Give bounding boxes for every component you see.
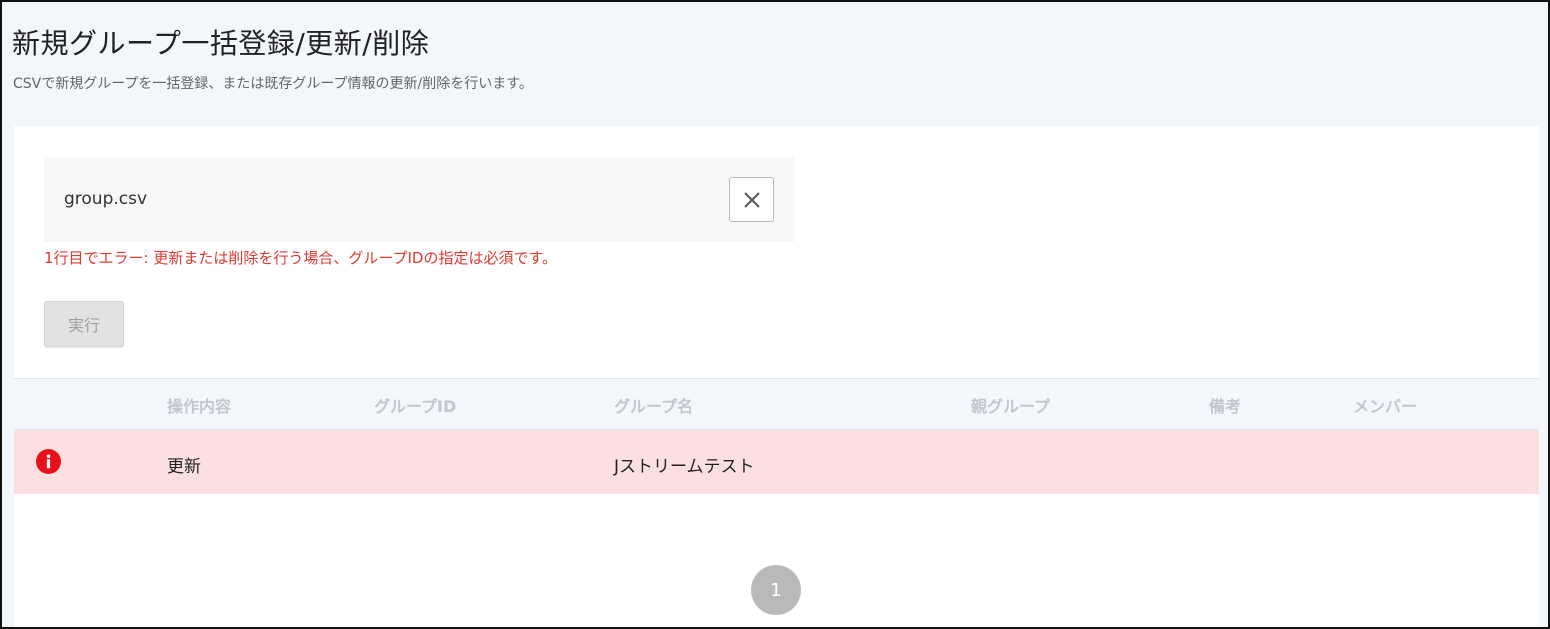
pagination-page-button[interactable]: 1 [751, 565, 801, 615]
cell-group-name: Jストリームテスト [614, 457, 755, 477]
column-header-note: 備考 [1209, 397, 1242, 416]
app-frame: 新規グループ一括登録/更新/削除 CSVで新規グループを一括登録、または既存グル… [0, 0, 1550, 629]
table-header: 操作内容 グループID グループ名 親グループ 備考 メンバー [14, 378, 1539, 430]
uploaded-file-box: group.csv [44, 157, 794, 242]
clear-file-button[interactable] [729, 177, 774, 222]
column-header-operation: 操作内容 [167, 397, 232, 416]
close-icon [743, 191, 760, 208]
run-button[interactable]: 実行 [44, 301, 124, 347]
column-header-members: メンバー [1353, 397, 1418, 416]
file-name: group.csv [64, 189, 148, 209]
page-title: 新規グループ一括登録/更新/削除 [12, 27, 430, 60]
error-info-icon[interactable] [36, 449, 61, 474]
table-row[interactable]: 更新 Jストリームテスト [14, 430, 1539, 494]
column-header-parent-group: 親グループ [971, 397, 1051, 416]
cell-operation: 更新 [167, 457, 201, 477]
error-message: 1行目でエラー: 更新または削除を行う場合、グループIDの指定は必須です。 [44, 249, 557, 267]
column-header-group-name: グループ名 [614, 397, 694, 416]
column-header-group-id: グループID [374, 397, 457, 416]
page-subtitle: CSVで新規グループを一括登録、または既存グループ情報の更新/削除を行います。 [13, 76, 533, 92]
main-panel: group.csv 1行目でエラー: 更新または削除を行う場合、グループIDの指… [14, 126, 1539, 627]
info-glyph-icon [46, 454, 51, 469]
